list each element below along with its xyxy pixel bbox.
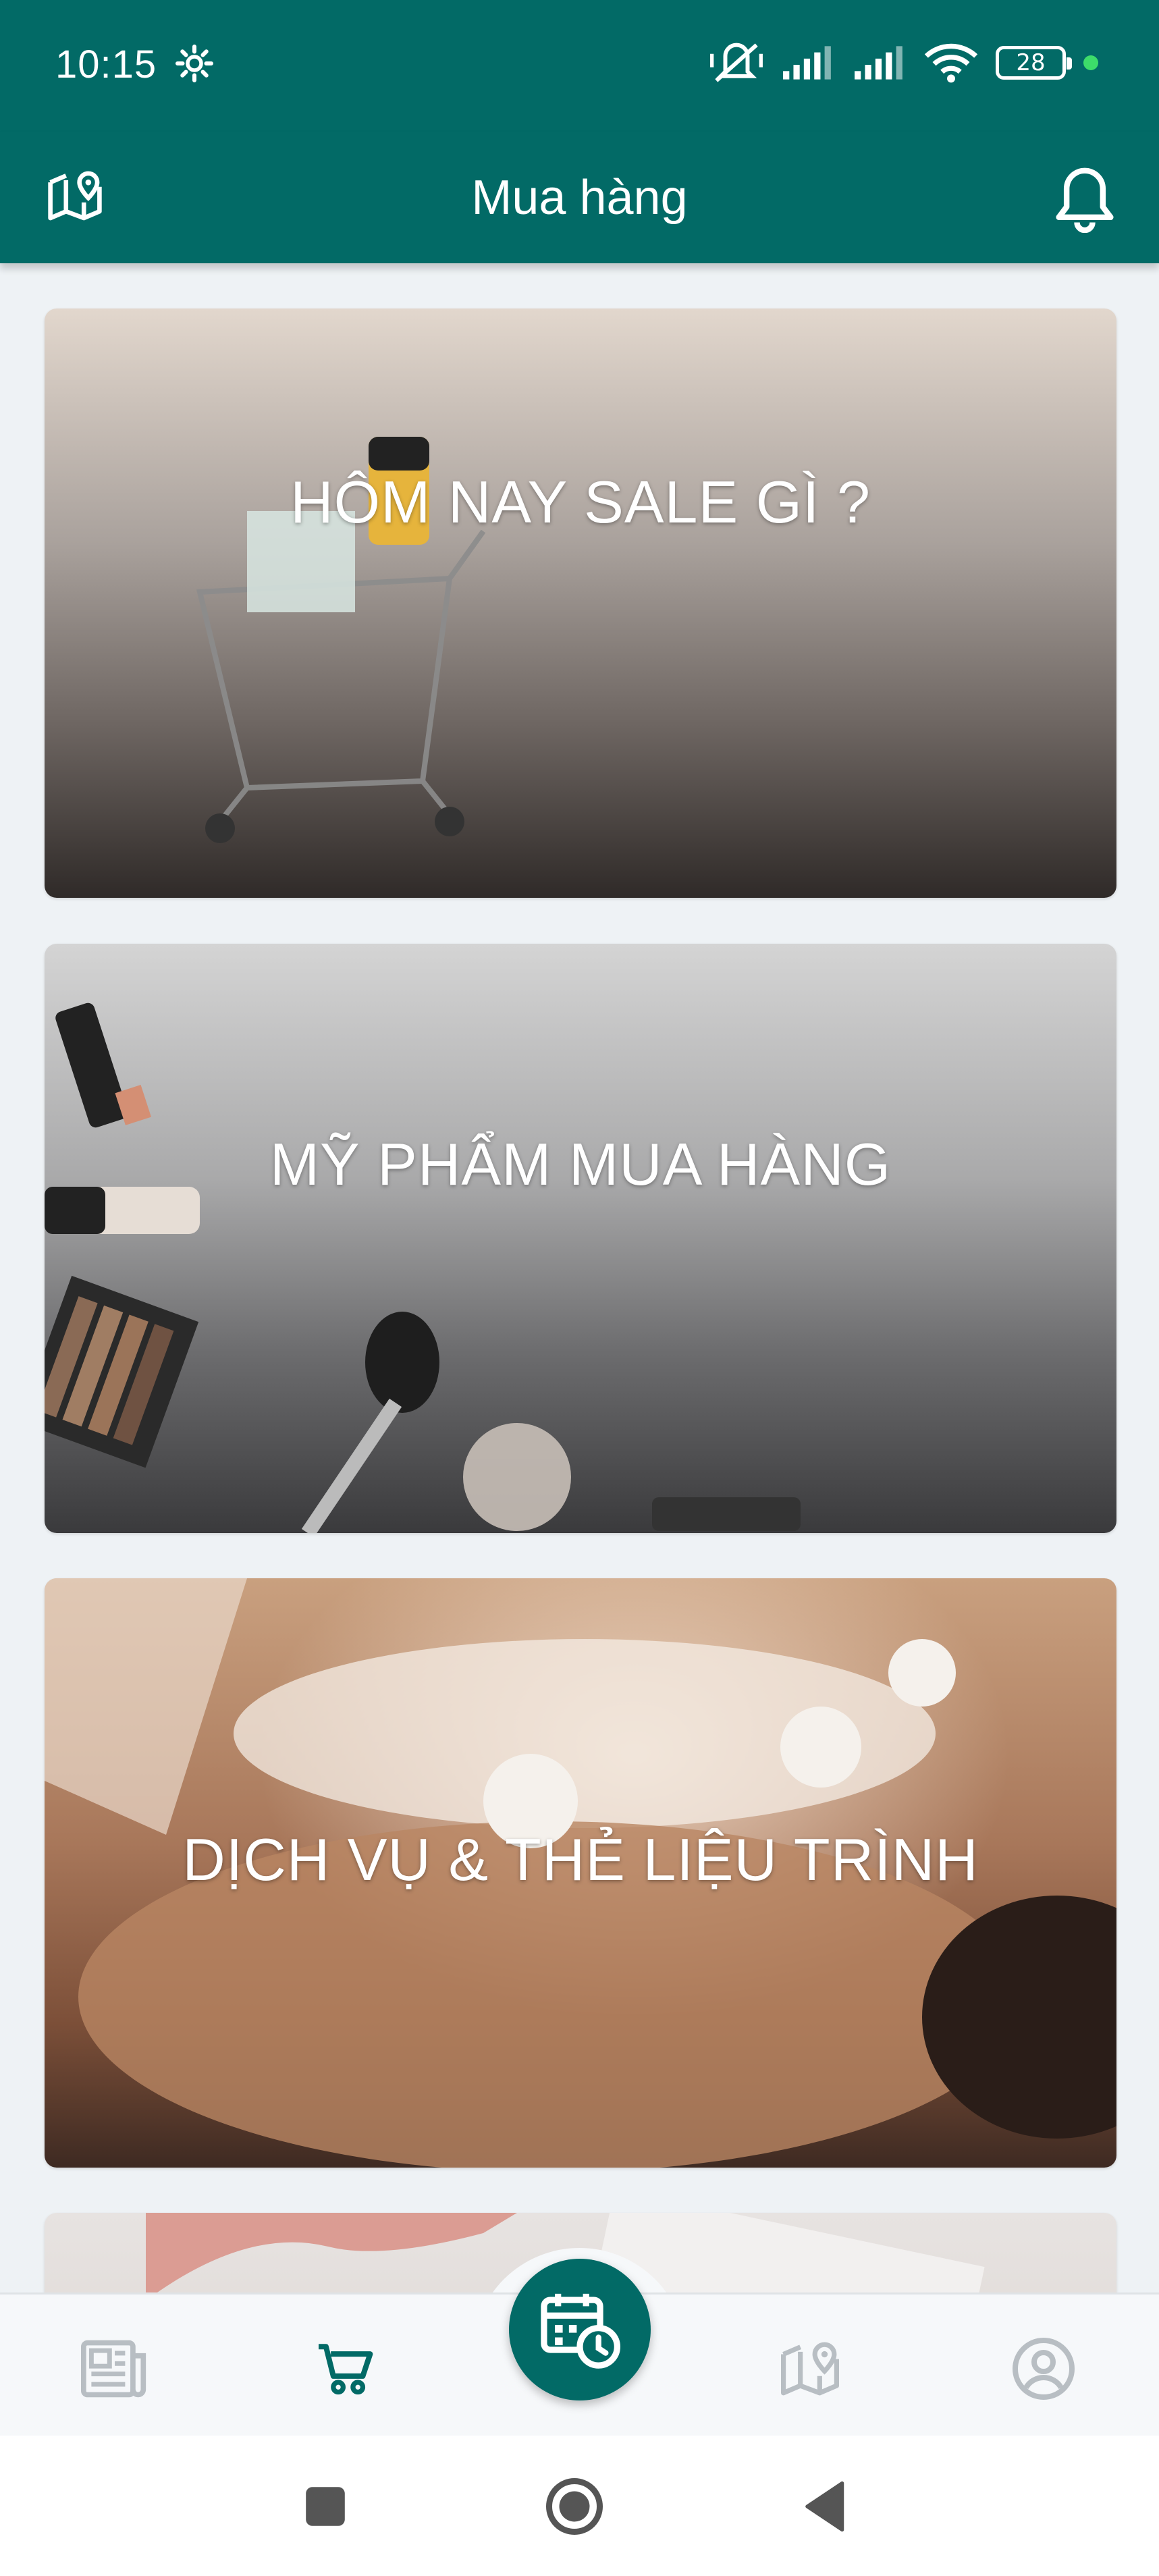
card-title: HÔM NAY SALE GÌ ? [290, 468, 871, 535]
nav-map-button[interactable] [770, 2328, 851, 2409]
card-title: MỸ PHẨM MUA HÀNG [269, 1130, 892, 1198]
recents-button[interactable] [288, 2469, 362, 2544]
card-title: DỊCH VỤ & THẺ LIỆU TRÌNH [182, 1825, 979, 1893]
page-title: Mua hàng [471, 170, 688, 225]
booking-fab-button[interactable] [509, 2259, 651, 2400]
signal-icon-2 [855, 46, 902, 80]
privacy-indicator-dot [1083, 55, 1098, 70]
news-icon [81, 2340, 146, 2398]
back-button[interactable] [786, 2469, 861, 2544]
battery-level: 28 [1016, 49, 1046, 76]
vibrate-off-icon [710, 43, 763, 82]
profile-icon [1013, 2338, 1075, 2400]
calendar-clock-icon [541, 2293, 620, 2369]
status-indicators: 28 [709, 39, 1098, 86]
status-bar: 10:15 28 [0, 0, 1159, 132]
system-navigation-bar [0, 2436, 1159, 2576]
home-button[interactable] [537, 2469, 612, 2544]
nav-cart-button[interactable] [305, 2328, 386, 2409]
nav-news-button[interactable] [74, 2328, 155, 2409]
sale-today-card[interactable]: HÔM NAY SALE GÌ ? [45, 308, 1116, 898]
map-button[interactable] [38, 159, 112, 233]
notification-button[interactable] [1044, 159, 1125, 240]
nav-profile-button[interactable] [1003, 2328, 1084, 2409]
battery-icon: 28 [996, 46, 1072, 80]
signal-icon-1 [783, 46, 831, 80]
bell-icon [1056, 167, 1114, 233]
map-pin-icon [48, 171, 102, 221]
back-triangle-icon [805, 2481, 844, 2532]
map-pin-icon [781, 2342, 839, 2396]
settings-gear-icon [176, 45, 213, 82]
cart-icon [319, 2344, 373, 2395]
app-bar: Mua hàng [0, 132, 1159, 263]
status-time: 10:15 [55, 43, 157, 86]
cosmetics-card[interactable]: MỸ PHẨM MUA HÀNG [45, 944, 1116, 1533]
services-card[interactable]: DỊCH VỤ & THẺ LIỆU TRÌNH [45, 1578, 1116, 2168]
square-icon [306, 2487, 345, 2526]
wifi-icon [924, 43, 978, 83]
home-circle-icon [546, 2478, 603, 2535]
